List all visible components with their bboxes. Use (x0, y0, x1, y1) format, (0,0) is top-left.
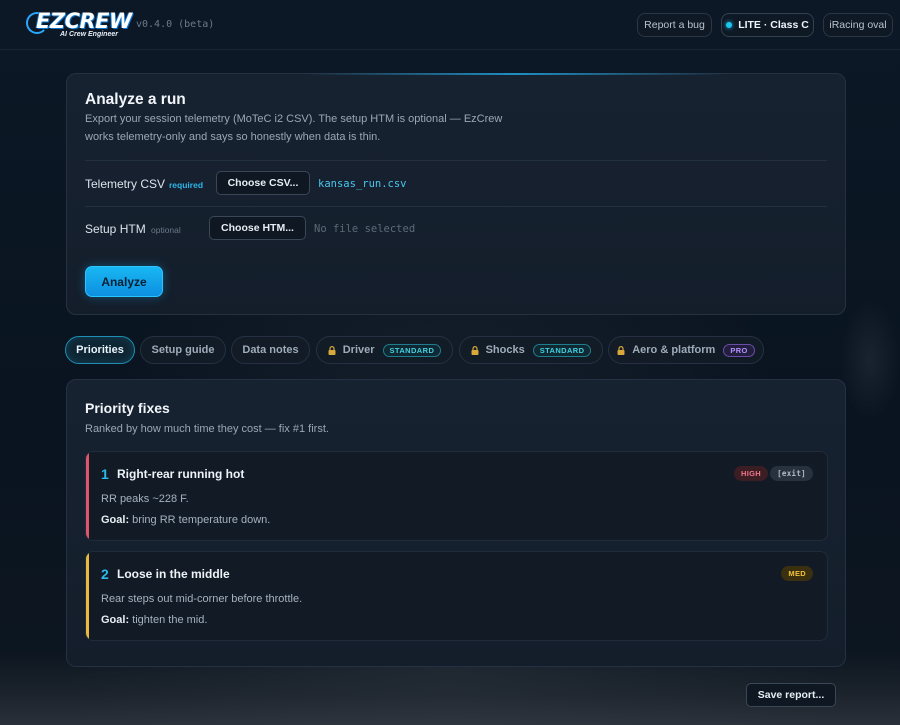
goal-text: bring RR temperature down. (129, 514, 271, 526)
report-bug-label: Report a bug (644, 19, 705, 31)
fix-detail: Rear steps out mid-corner before throttl… (101, 593, 303, 605)
priority-title: Priority fixes (85, 400, 170, 416)
htm-filename: No file selected (314, 223, 416, 235)
tier-label: LITE · Class C (738, 19, 809, 31)
tab-label: Priorities (76, 344, 124, 356)
standard-badge: STANDARD (532, 343, 592, 357)
tab-label: Setup guide (151, 344, 215, 356)
severity-badge: MED (781, 566, 813, 581)
goal-label: Goal: (101, 614, 130, 626)
tab-priorities[interactable]: Priorities (65, 336, 135, 364)
goal-label: Goal: (101, 514, 130, 526)
tab-label: Driver (342, 344, 375, 356)
save-report-button[interactable]: Save report... (746, 683, 836, 707)
severity-bar (86, 452, 89, 540)
logo-subtitle: AI Crew Engineer (60, 31, 118, 38)
phase-badge: [exit] (770, 466, 813, 481)
severity-badge: HIGH (734, 466, 768, 481)
tier-badge[interactable]: LITE · Class C (721, 13, 814, 37)
lock-icon (471, 345, 479, 355)
fix-rank: 2 (101, 566, 109, 582)
fix-goal: Goal: tighten the mid. (101, 614, 207, 626)
analyze-title: Analyze a run (85, 91, 186, 108)
status-dot-icon (726, 22, 733, 28)
analyze-card: Analyze a run Export your session teleme… (66, 73, 846, 315)
analyze-button[interactable]: Analyze (85, 266, 163, 297)
required-tag: required (169, 180, 204, 190)
version-label: v0.4.0 (beta) (136, 19, 215, 30)
tab-label: Shocks (485, 344, 525, 356)
analyze-button-label: Analyze (101, 274, 147, 289)
priority-fix-item[interactable]: 1 Right-rear running hot HIGH [exit] RR … (85, 451, 828, 541)
fix-title: Right-rear running hot (117, 467, 245, 481)
csv-filename: kansas_run.csv (318, 178, 407, 190)
tab-data-notes[interactable]: Data notes (231, 336, 310, 364)
pro-badge: PRO (723, 343, 755, 357)
goal-text: tighten the mid. (129, 614, 208, 626)
telemetry-label: Telemetry CSV (85, 177, 166, 191)
track-label: iRacing oval (829, 19, 887, 31)
setup-label: Setup HTM (85, 222, 146, 236)
divider (85, 160, 827, 161)
report-bug-button[interactable]: Report a bug (637, 13, 712, 37)
optional-tag: optional (151, 225, 181, 235)
choose-csv-button[interactable]: Choose CSV... (216, 171, 310, 195)
standard-badge: STANDARD (382, 343, 442, 357)
ezcrew-logo[interactable]: EZCREW AI Crew Engineer (26, 9, 132, 40)
severity-bar (86, 552, 89, 640)
tab-label: Aero & platform (632, 344, 716, 356)
save-report-label: Save report... (757, 689, 825, 701)
track-badge[interactable]: iRacing oval (823, 13, 893, 37)
divider (85, 206, 827, 207)
fix-rank: 1 (101, 466, 109, 482)
tab-label: Data notes (242, 344, 299, 356)
lock-icon (617, 345, 625, 355)
logo-text: EZCREW (36, 9, 132, 33)
priority-fix-item[interactable]: 2 Loose in the middle MED Rear steps out… (85, 551, 828, 641)
lock-icon (328, 345, 336, 355)
tab-shocks[interactable]: Shocks STANDARD (459, 336, 603, 364)
choose-csv-label: Choose CSV... (227, 177, 299, 189)
fix-detail: RR peaks ~228 F. (101, 493, 189, 505)
choose-htm-button[interactable]: Choose HTM... (209, 216, 306, 240)
tab-aero-platform[interactable]: Aero & platform PRO (608, 336, 764, 364)
analyze-description: Export your session telemetry (MoTeC i2 … (85, 113, 503, 143)
tab-driver[interactable]: Driver STANDARD (316, 336, 453, 364)
fix-goal: Goal: bring RR temperature down. (101, 514, 270, 526)
choose-htm-label: Choose HTM... (221, 222, 294, 234)
fix-title: Loose in the middle (117, 567, 230, 581)
priority-subtitle: Ranked by how much time they cost — fix … (85, 423, 329, 435)
top-bar: EZCREW AI Crew Engineer v0.4.0 (beta) Re… (0, 0, 900, 50)
priority-card: Priority fixes Ranked by how much time t… (66, 379, 846, 667)
tab-setup-guide[interactable]: Setup guide (140, 336, 226, 364)
